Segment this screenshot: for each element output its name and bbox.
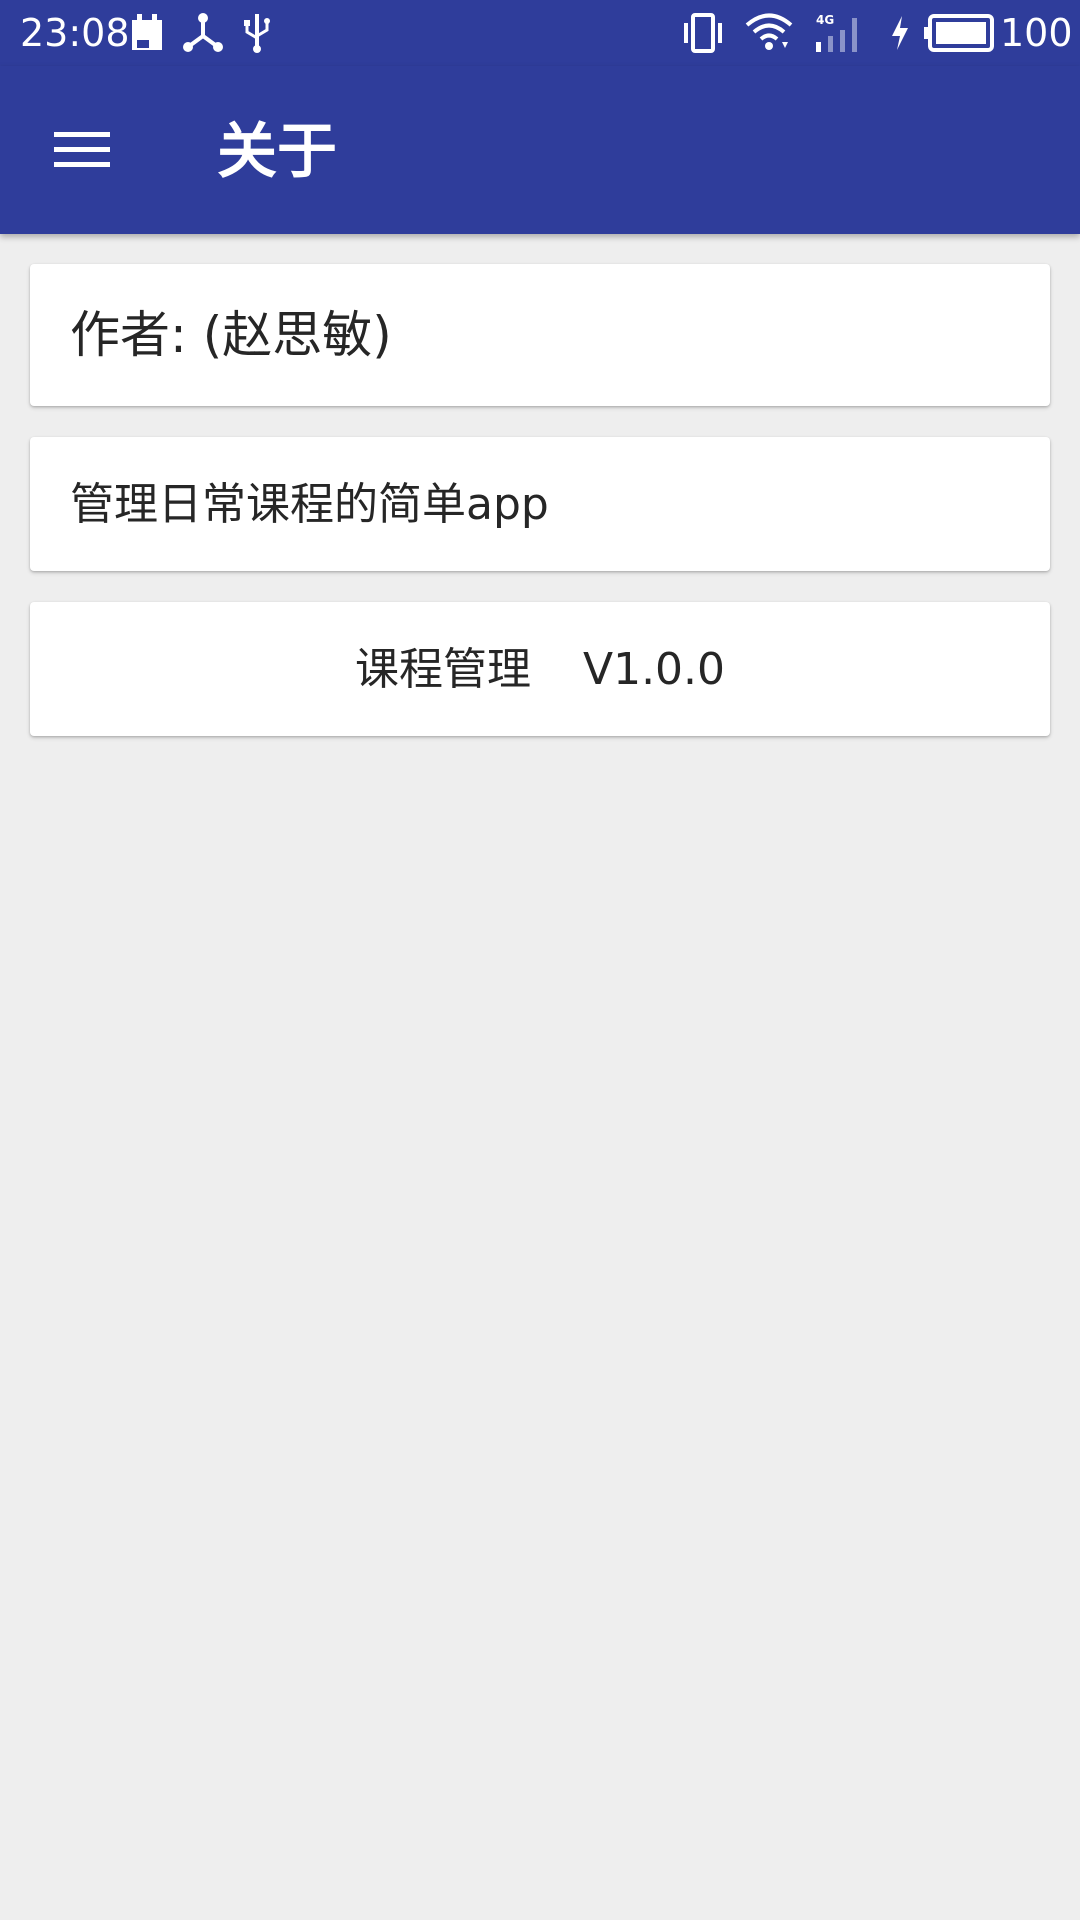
status-bar: 23:08 4G 100 (0, 0, 1080, 66)
version-row: 课程管理 V1.0.0 (30, 642, 1050, 698)
signal-4g-icon: 4G (816, 13, 857, 52)
app-bar: 关于 (0, 66, 1080, 234)
calendar-icon (132, 14, 162, 50)
hamburger-menu-icon (54, 132, 110, 167)
author-card: 作者: (赵思敏) (30, 264, 1050, 406)
wifi-icon (745, 13, 793, 50)
status-time: 23:08 (20, 11, 130, 55)
charging-icon (892, 16, 908, 50)
version-label: V1.0.0 (582, 644, 726, 695)
description-card: 管理日常课程的简单app (30, 437, 1050, 571)
menu-button[interactable] (36, 110, 132, 190)
vibrate-icon (684, 13, 722, 53)
battery-icon (924, 14, 994, 52)
usb-icon (244, 14, 270, 53)
page-title: 关于 (217, 117, 337, 187)
app-name-label: 课程管理 (354, 644, 531, 695)
battery-percentage: 100 (1000, 11, 1073, 55)
network-type-label: 4G (816, 13, 834, 27)
description-text: 管理日常课程的简单app (70, 479, 549, 530)
version-card: 课程管理 V1.0.0 (30, 602, 1050, 736)
author-text: 作者: (赵思敏) (70, 306, 392, 364)
share-nodes-icon (183, 13, 223, 52)
